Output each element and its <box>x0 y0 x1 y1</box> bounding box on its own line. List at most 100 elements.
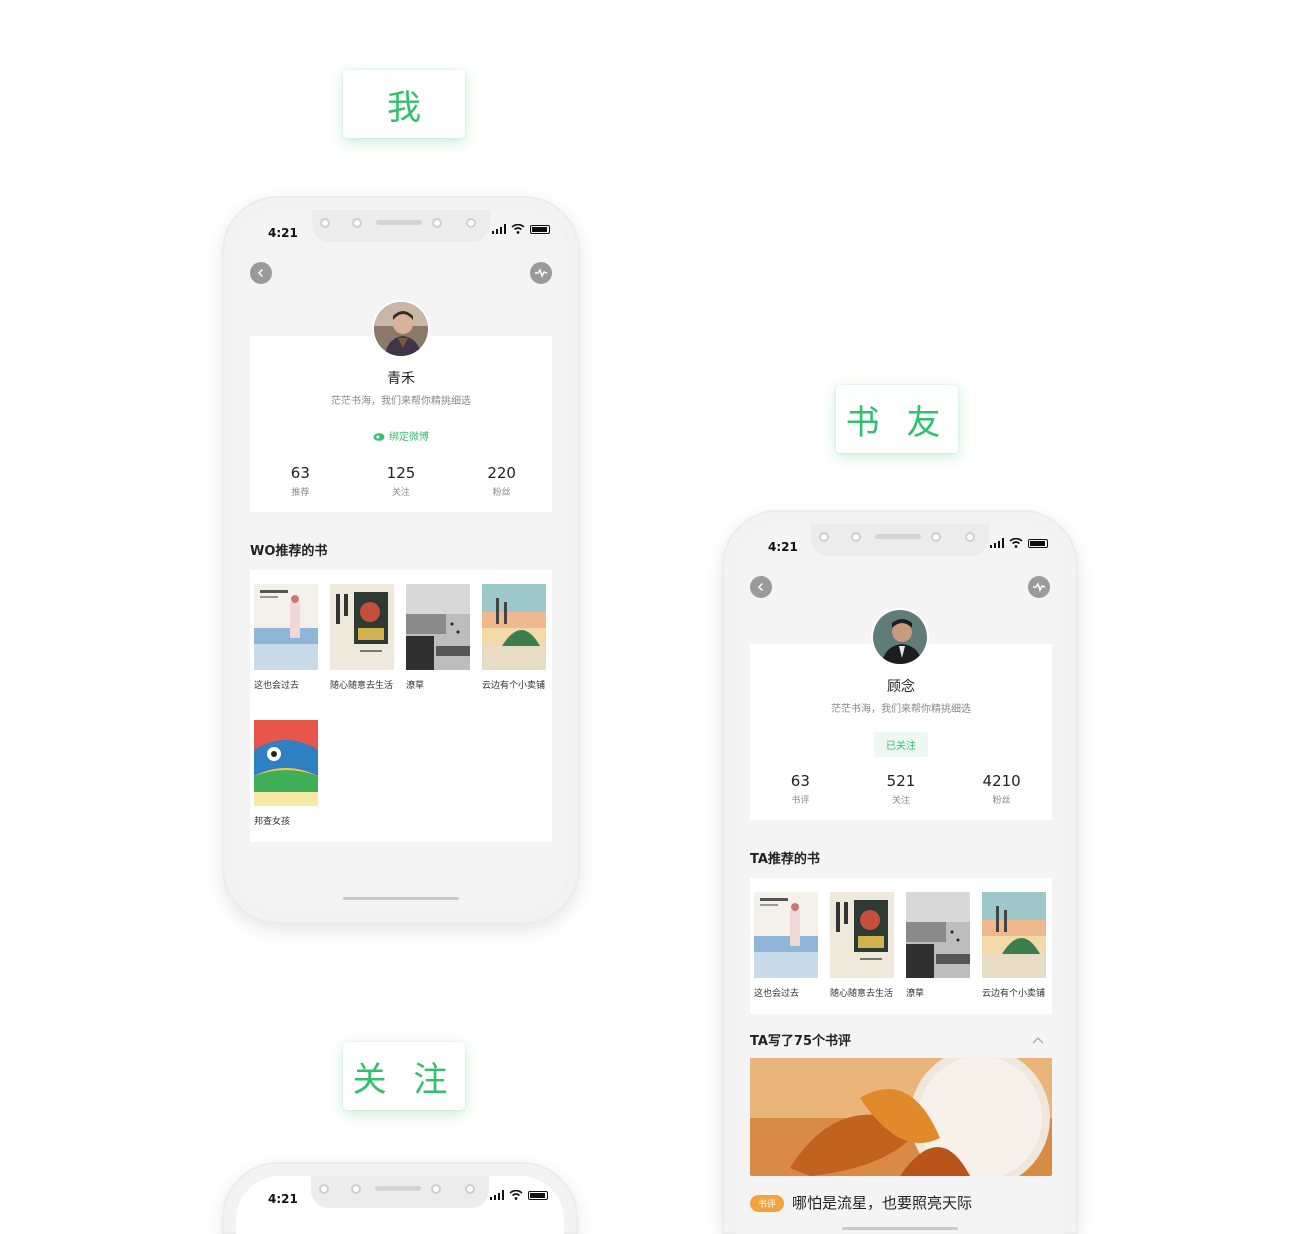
friend-screen: 4:21 顾念 茫茫书海，我们来帮你精挑细选 已关注 63 书评 521 关注 … <box>736 524 1064 1234</box>
chevron-up-icon[interactable] <box>1032 1036 1044 1044</box>
stat-label: 书评 <box>791 796 810 806</box>
book-item[interactable]: 这也会过去 <box>754 892 820 999</box>
status-time: 4:21 <box>768 540 798 554</box>
stat-label: 关注 <box>891 796 910 806</box>
signal-icon <box>990 538 1004 548</box>
pulse-icon <box>535 268 548 278</box>
review-heading[interactable]: 书评 哪怕是流星，也要照亮天际 <box>750 1192 972 1213</box>
profile-bio: 茫茫书海，我们来帮你精挑细选 <box>331 396 471 407</box>
status-time: 4:21 <box>268 1192 298 1206</box>
stat-num: 4210 <box>982 772 1021 790</box>
status-icons <box>492 224 550 234</box>
battery-icon <box>1028 538 1048 548</box>
back-button[interactable] <box>250 262 272 284</box>
stat-fans[interactable]: 4210 粉丝 <box>962 772 1042 806</box>
book-title: 云边有个小卖铺 <box>482 681 546 691</box>
stat-num: 125 <box>386 464 416 482</box>
books-card: 这也会过去 随心随意去生活 潦草 云边有个小卖铺 <box>250 570 552 842</box>
stat-label: 关注 <box>391 488 410 498</box>
wifi-icon <box>1009 538 1023 548</box>
status-icons <box>990 538 1048 548</box>
profile-bio: 茫茫书海，我们来帮你精挑细选 <box>831 704 971 715</box>
pulse-icon <box>1033 582 1046 592</box>
follow-status-button[interactable]: 已关注 <box>874 732 928 757</box>
phone-bookfriend: 4:21 顾念 茫茫书海，我们来帮你精挑细选 已关注 63 书评 521 关注 … <box>722 510 1078 1234</box>
stat-recommend[interactable]: 63 推荐 <box>260 464 340 498</box>
book-title: 潦草 <box>906 989 925 999</box>
avatar[interactable] <box>372 300 430 358</box>
book-cover <box>254 584 318 670</box>
recommended-books-title: TA推荐的书 <box>750 852 820 867</box>
me-screen: 4:21 青禾 茫茫书海，我们来帮你精挑细选 绑定微博 63 推荐 125 关注… <box>236 210 566 910</box>
book-cover <box>254 720 318 806</box>
phone-follow: 4:21 <box>222 1162 578 1234</box>
status-time: 4:21 <box>268 226 298 240</box>
book-item[interactable]: 云边有个小卖铺 <box>482 584 548 691</box>
status-icons <box>490 1190 548 1200</box>
book-item[interactable]: 潦草 <box>906 892 972 999</box>
stat-num: 63 <box>790 772 810 790</box>
home-indicator[interactable] <box>842 1227 958 1230</box>
phone-me: 4:21 青禾 茫茫书海，我们来帮你精挑细选 绑定微博 63 推荐 125 关注… <box>222 196 580 924</box>
wifi-icon <box>511 224 525 234</box>
stat-label: 粉丝 <box>492 488 511 498</box>
review-image[interactable] <box>750 1058 1052 1176</box>
book-item[interactable]: 这也会过去 <box>254 584 320 691</box>
stat-num: 521 <box>886 772 916 790</box>
battery-icon <box>530 224 550 234</box>
profile-stats: 63 书评 521 关注 4210 粉丝 <box>750 772 1052 806</box>
stat-label: 推荐 <box>291 488 310 498</box>
book-item[interactable]: 邦查女孩 <box>254 720 320 827</box>
book-cover <box>482 584 546 670</box>
profile-card: 青禾 茫茫书海，我们来帮你精挑细选 绑定微博 63 推荐 125 关注 220 粉丝 <box>250 336 552 512</box>
book-cover <box>330 584 394 670</box>
stat-num: 220 <box>487 464 516 482</box>
book-item[interactable]: 云边有个小卖铺 <box>982 892 1048 999</box>
stat-reviews[interactable]: 63 书评 <box>760 772 840 806</box>
book-cover <box>830 892 894 978</box>
chevron-left-icon <box>257 268 264 278</box>
back-button[interactable] <box>750 576 772 598</box>
book-item[interactable]: 随心随意去生活 <box>830 892 896 999</box>
book-title: 云边有个小卖铺 <box>982 989 1046 999</box>
book-title: 这也会过去 <box>754 989 800 999</box>
wifi-icon <box>509 1190 523 1200</box>
review-tag: 书评 <box>750 1195 785 1212</box>
book-cover <box>406 584 470 670</box>
activity-button[interactable] <box>1028 576 1050 598</box>
stat-fans[interactable]: 220 粉丝 <box>462 464 542 498</box>
books-card: 这也会过去 随心随意去生活 潦草 云边有个小卖铺 <box>750 878 1052 1014</box>
book-title: 潦草 <box>406 681 425 691</box>
label-me: 我 <box>343 70 465 138</box>
book-cover <box>754 892 818 978</box>
avatar[interactable] <box>871 608 929 666</box>
chevron-left-icon <box>757 582 764 592</box>
book-item[interactable]: 潦草 <box>406 584 472 691</box>
reviews-title: TA写了75个书评 <box>750 1034 852 1049</box>
label-follow: 关 注 <box>343 1042 465 1110</box>
activity-button[interactable] <box>530 262 552 284</box>
battery-icon <box>528 1190 548 1200</box>
bind-weibo-label: 绑定微博 <box>389 432 429 443</box>
bind-weibo-link[interactable]: 绑定微博 <box>250 428 552 443</box>
book-title: 邦查女孩 <box>254 817 291 827</box>
home-indicator[interactable] <box>343 897 459 900</box>
book-cover <box>906 892 970 978</box>
notch <box>312 210 490 242</box>
stat-following[interactable]: 125 关注 <box>361 464 441 498</box>
book-item[interactable]: 随心随意去生活 <box>330 584 396 691</box>
book-title: 随心随意去生活 <box>330 681 394 691</box>
book-title: 随心随意去生活 <box>830 989 894 999</box>
profile-name: 青禾 <box>387 371 415 387</box>
notch <box>311 1176 489 1208</box>
profile-stats: 63 推荐 125 关注 220 粉丝 <box>250 464 552 498</box>
notch <box>811 524 989 556</box>
review-title: 哪怕是流星，也要照亮天际 <box>792 1194 973 1212</box>
follow-screen: 4:21 <box>236 1176 564 1234</box>
stat-num: 63 <box>290 464 310 482</box>
signal-icon <box>492 224 506 234</box>
stat-following[interactable]: 521 关注 <box>861 772 941 806</box>
profile-card: 顾念 茫茫书海，我们来帮你精挑细选 已关注 63 书评 521 关注 4210 粉丝 <box>750 644 1052 820</box>
book-title: 这也会过去 <box>254 681 300 691</box>
profile-name: 顾念 <box>887 679 915 695</box>
